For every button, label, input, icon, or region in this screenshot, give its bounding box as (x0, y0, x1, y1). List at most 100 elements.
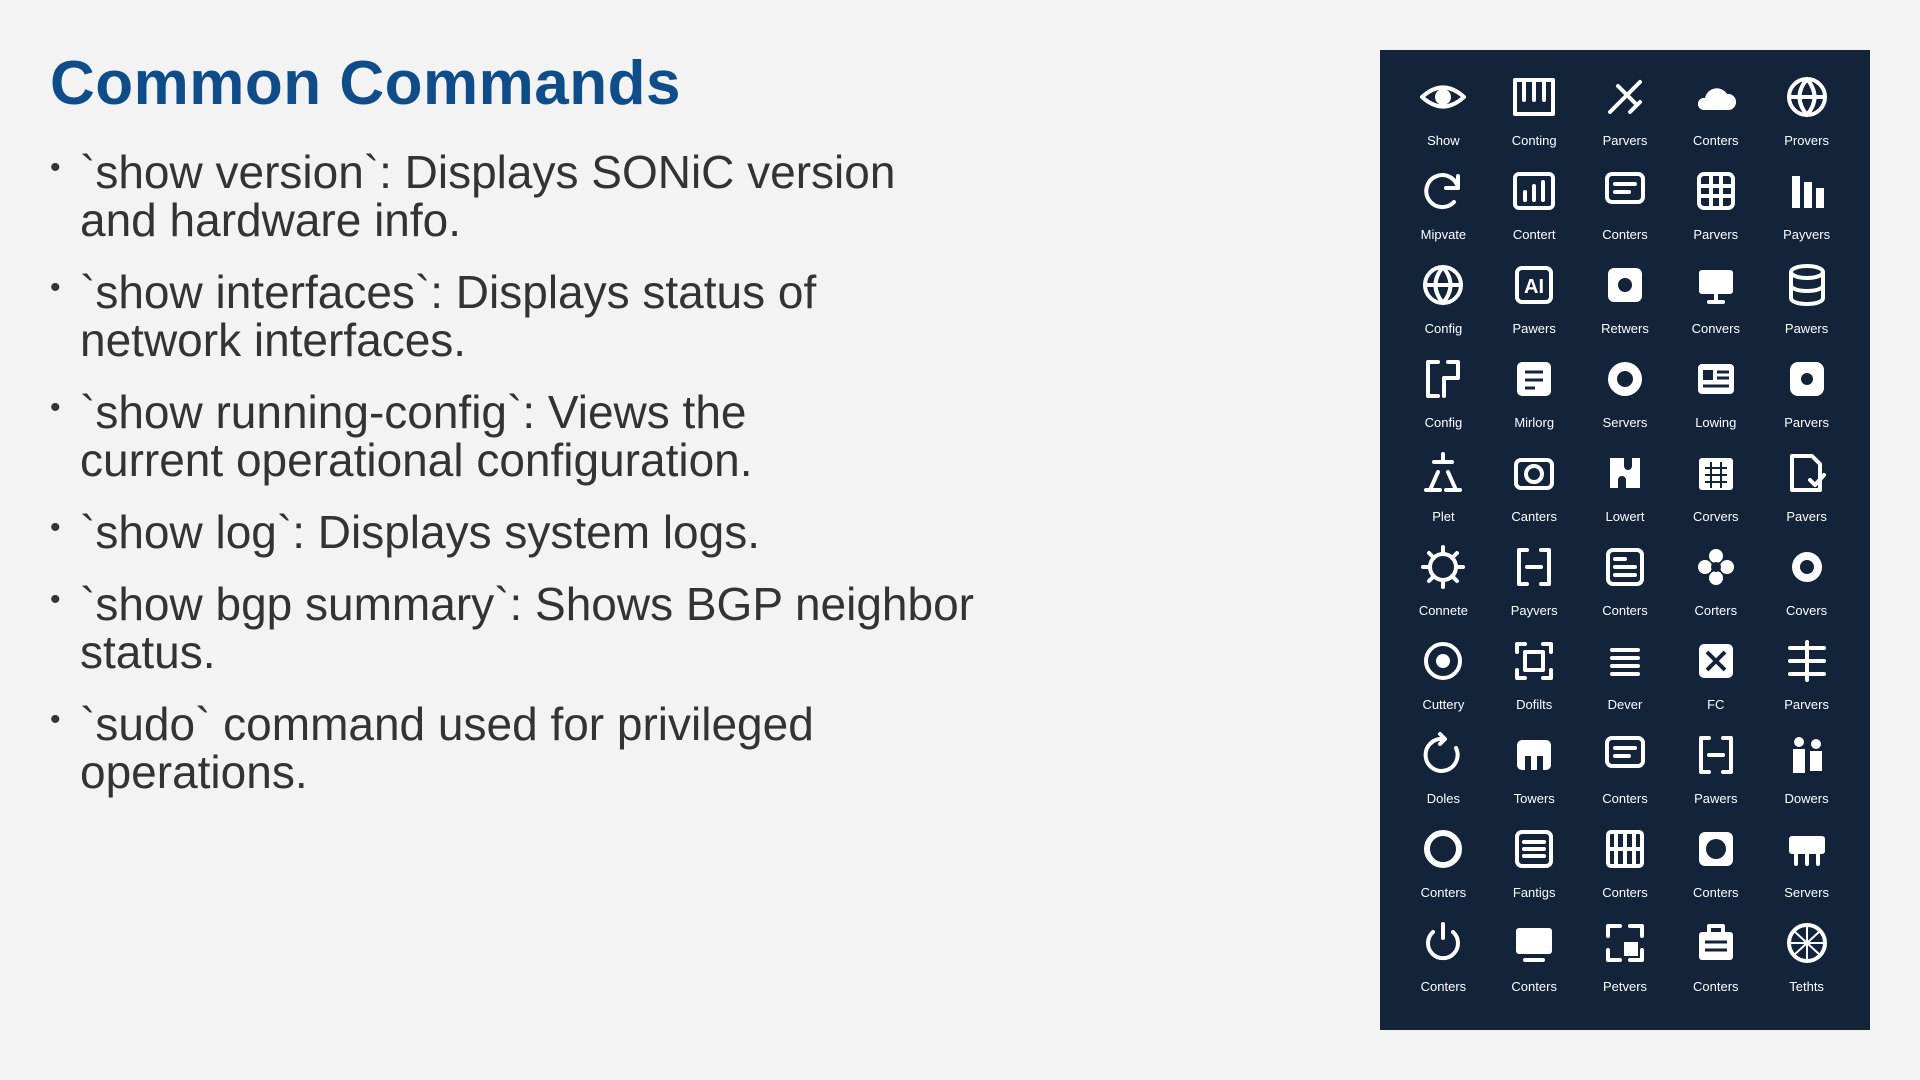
icon-label: Pawers (1512, 321, 1556, 336)
bullet-text-line1: `show running-config`: Views the (80, 386, 747, 438)
calendar-icon (1691, 448, 1741, 503)
icon-label: Conters (1693, 885, 1739, 900)
icon-label: Conters (1602, 227, 1648, 242)
command-list: • `show version`: Displays SONiC version a… (50, 148, 1050, 820)
icon-tile[interactable]: Conters (1580, 730, 1671, 824)
icon-tile[interactable]: Lowert (1580, 448, 1671, 542)
icon-tile[interactable]: Servers (1761, 824, 1852, 918)
icon-tile[interactable]: Fantigs (1489, 824, 1580, 918)
gear-icon (1418, 542, 1468, 597)
icon-tile[interactable]: Provers (1761, 72, 1852, 166)
icon-label: Conters (1602, 885, 1648, 900)
monitor-icon (1691, 260, 1741, 315)
sun-gear-icon (1782, 542, 1832, 597)
command-bullet: • `show running-config`: Views the current… (50, 388, 1050, 484)
icon-label: Parvers (1784, 697, 1829, 712)
web-icon (1600, 354, 1650, 409)
icon-label: Mirlorg (1514, 415, 1555, 430)
icon-tile[interactable]: Mirlorg (1489, 354, 1580, 448)
command-bullet: • `show bgp summary`: Shows BGP neighbor s… (50, 580, 1050, 676)
icon-tile[interactable]: FC (1670, 636, 1761, 730)
icon-tile[interactable]: Pavers (1761, 448, 1852, 542)
icon-tile[interactable]: Connete (1398, 542, 1489, 636)
icon-tile[interactable]: Parvers (1670, 166, 1761, 260)
icon-tile[interactable]: Pawers (1761, 260, 1852, 354)
icon-tile[interactable]: Convers (1670, 260, 1761, 354)
icon-label: Tethts (1789, 979, 1824, 994)
icon-tile[interactable]: Petvers (1580, 918, 1671, 1012)
bracket-icon (1418, 354, 1468, 409)
icon-tile[interactable]: Dofilts (1489, 636, 1580, 730)
icon-tile[interactable]: Dowers (1761, 730, 1852, 824)
icon-tile[interactable]: Servers (1580, 354, 1671, 448)
bullet-dot-icon: • (50, 271, 61, 304)
icon-tile[interactable]: Plet (1398, 448, 1489, 542)
icon-tile[interactable]: Conters (1398, 824, 1489, 918)
icon-tile[interactable]: Conters (1580, 166, 1671, 260)
icon-tile[interactable]: Retwers (1580, 260, 1671, 354)
web-globe-icon (1782, 918, 1832, 973)
icon-tile[interactable]: Towers (1489, 730, 1580, 824)
bracket-square-icon (1691, 730, 1741, 785)
icon-tile[interactable]: Contert (1489, 166, 1580, 260)
icon-tile[interactable]: Config (1398, 354, 1489, 448)
icon-tile[interactable]: Payvers (1489, 542, 1580, 636)
icon-tile[interactable]: Conters (1398, 918, 1489, 1012)
grid-icon (1600, 824, 1650, 879)
icon-label: Fantigs (1512, 885, 1556, 900)
bullet-text-line1: `show log`: Displays system logs. (80, 506, 760, 558)
flower-icon (1691, 542, 1741, 597)
list-icon (1600, 636, 1650, 691)
bullet-text-line1: `show version`: Displays SONiC version (80, 146, 896, 198)
icon-tile[interactable]: Doles (1398, 730, 1489, 824)
message-icon (1600, 730, 1650, 785)
icon-label: Cuttery (1422, 697, 1465, 712)
icon-tile[interactable]: Cuttery (1398, 636, 1489, 730)
text-doc-icon (1509, 354, 1559, 409)
server-icon (1782, 824, 1832, 879)
refresh-icon (1418, 166, 1468, 221)
icon-label: Pawers (1694, 791, 1738, 806)
icon-tile[interactable]: Conting (1489, 72, 1580, 166)
bullet-dot-icon: • (50, 391, 61, 424)
icon-tile[interactable]: Payvers (1761, 166, 1852, 260)
icon-tile[interactable]: Conters (1670, 824, 1761, 918)
icon-label: Conters (1420, 885, 1467, 900)
icon-label: Config (1424, 415, 1463, 430)
icon-tile[interactable]: Dever (1580, 636, 1671, 730)
bullet-text-line2: current operational configuration. (80, 434, 753, 486)
icon-tile[interactable]: Parvers (1761, 354, 1852, 448)
icon-tile[interactable]: Corvers (1670, 448, 1761, 542)
command-bullet: • `show interfaces`: Displays status of ne… (50, 268, 1050, 364)
command-bullet: • `sudo` command used for privileged opera… (50, 700, 1050, 796)
icon-tile[interactable]: Covers (1761, 542, 1852, 636)
icon-tile[interactable]: Show (1398, 72, 1489, 166)
puzzle-icon (1600, 448, 1650, 503)
cloud-upload-icon (1691, 72, 1741, 127)
icon-tile[interactable]: Tethts (1761, 918, 1852, 1012)
icon-tile[interactable]: Lowing (1670, 354, 1761, 448)
icon-tile[interactable]: Conters (1670, 72, 1761, 166)
icon-tile[interactable]: Parvers (1580, 72, 1671, 166)
people-icon (1782, 730, 1832, 785)
list-doc-icon (1509, 824, 1559, 879)
icon-tile[interactable]: AI Pawers (1489, 260, 1580, 354)
icon-tile[interactable]: Config (1398, 260, 1489, 354)
icon-tile[interactable]: Canters (1489, 448, 1580, 542)
message-icon (1600, 166, 1650, 221)
icon-tile[interactable]: Mipvate (1398, 166, 1489, 260)
icon-tile[interactable]: Conters (1670, 918, 1761, 1012)
icon-label: Payvers (1783, 227, 1831, 242)
icon-tile[interactable]: Conters (1489, 918, 1580, 1012)
icon-tile[interactable]: Conters (1580, 542, 1671, 636)
split-icon (1782, 636, 1832, 691)
command-bullet: • `show log`: Displays system logs. (50, 508, 1050, 556)
icon-label: Corvers (1693, 509, 1739, 524)
icon-tile[interactable]: Conters (1580, 824, 1671, 918)
icon-tile[interactable]: Parvers (1761, 636, 1852, 730)
icon-tile[interactable]: Corters (1670, 542, 1761, 636)
building-icon (1691, 918, 1741, 973)
icon-tile[interactable]: Pawers (1670, 730, 1761, 824)
bullet-text-line2: operations. (80, 746, 308, 798)
command-bullet: • `show version`: Displays SONiC version a… (50, 148, 1050, 244)
